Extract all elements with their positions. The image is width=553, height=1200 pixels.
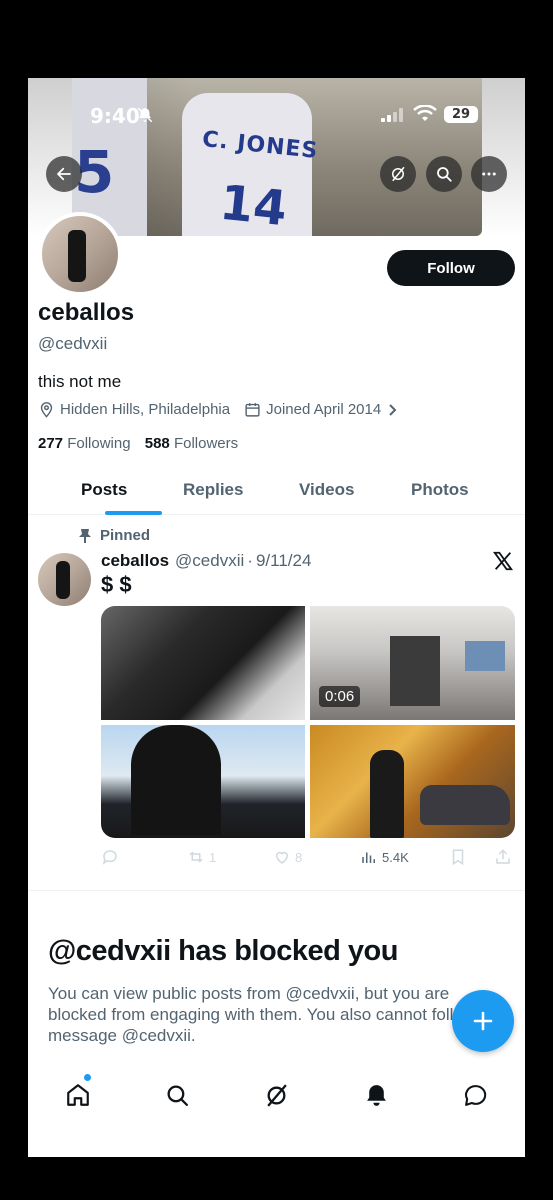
profile-screen: 5 C. JONES 14 9:40 29 Follow ceballos @c…	[28, 78, 525, 1157]
media-image-3[interactable]	[101, 725, 305, 838]
post-author-handle[interactable]: @cedvxii	[175, 551, 244, 571]
silhouette	[131, 725, 221, 835]
profile-name: ceballos	[38, 299, 135, 326]
post-actions: 1 8 5.4K	[101, 848, 515, 868]
reply-icon	[102, 850, 117, 865]
section-divider	[28, 890, 525, 891]
search-icon	[437, 167, 452, 182]
chat-bubble-icon	[464, 1084, 486, 1106]
search-button[interactable]	[426, 156, 462, 192]
media-image-4[interactable]	[310, 725, 515, 838]
battery-indicator: 29	[444, 106, 478, 123]
pinned-label: Pinned	[100, 527, 151, 544]
plus-icon	[473, 1011, 493, 1031]
status-time: 9:40	[90, 104, 140, 128]
grok-icon	[266, 1083, 287, 1107]
post-author-name[interactable]: ceballos	[101, 551, 169, 571]
follow-counts: 277 Following 588 Followers	[38, 435, 238, 452]
share-button[interactable]	[494, 848, 512, 866]
nav-search[interactable]	[162, 1080, 192, 1110]
person-figure	[370, 750, 404, 838]
heart-icon	[275, 851, 289, 864]
profile-meta: Hidden Hills, Philadelphia Joined April …	[38, 401, 399, 418]
gym-window	[465, 641, 505, 671]
nav-messages[interactable]	[460, 1080, 490, 1110]
tab-replies[interactable]: Replies	[183, 480, 243, 500]
gym-machine	[390, 636, 440, 706]
post-media-grid: 0:06	[101, 606, 515, 838]
blocked-body: You can view public posts from @cedvxii,…	[48, 984, 495, 1045]
car-shape	[420, 785, 510, 825]
reply-button[interactable]	[101, 848, 123, 866]
media-image-1[interactable]	[101, 606, 305, 720]
post-date[interactable]: 9/11/24	[256, 551, 311, 571]
views-button[interactable]: 5.4K	[360, 848, 409, 866]
nav-notifications[interactable]	[361, 1080, 391, 1110]
profile-handle: @cedvxii	[38, 334, 108, 353]
repost-count: 1	[209, 849, 217, 865]
bookmark-button[interactable]	[449, 848, 467, 866]
profile-location: Hidden Hills, Philadelphia	[60, 401, 231, 418]
grok-icon	[392, 166, 405, 182]
like-count: 8	[295, 849, 303, 865]
like-button[interactable]: 8	[273, 848, 302, 866]
following-label: Following	[67, 435, 131, 452]
back-button[interactable]	[46, 156, 82, 192]
tab-photos[interactable]: Photos	[411, 480, 469, 500]
profile-bio: this not me	[38, 372, 122, 391]
nav-grok[interactable]	[261, 1080, 291, 1110]
signal-icon	[381, 108, 403, 122]
blocked-title: @cedvxii has blocked you	[48, 935, 398, 967]
follow-button[interactable]: Follow	[387, 250, 515, 286]
wifi-icon	[413, 105, 437, 121]
followers-count: 588	[144, 435, 170, 452]
pinned-indicator: Pinned	[78, 527, 150, 544]
bookmark-icon	[452, 849, 464, 866]
x-logo-icon	[492, 551, 514, 571]
bottom-nav	[28, 1064, 525, 1124]
search-icon	[167, 1085, 188, 1106]
followers-link[interactable]: 588 Followers	[145, 435, 238, 452]
profile-tabs: Posts Replies Videos Photos	[28, 470, 525, 515]
followers-label: Followers	[173, 435, 239, 452]
view-count: 5.4K	[382, 849, 409, 865]
following-link[interactable]: 277 Following	[38, 435, 131, 452]
tab-posts[interactable]: Posts	[81, 480, 127, 500]
post-header: ceballos @cedvxii · 9/11/24	[101, 551, 311, 571]
tab-videos[interactable]: Videos	[299, 480, 354, 500]
following-count: 277	[38, 435, 64, 452]
repost-button[interactable]: 1	[187, 848, 216, 866]
avatar-figure-small	[56, 561, 70, 599]
more-icon	[482, 172, 496, 176]
repost-icon	[189, 851, 203, 863]
pin-icon	[79, 528, 91, 543]
location-pin-icon	[40, 402, 53, 418]
arrow-left-icon	[57, 167, 71, 181]
more-button[interactable]	[471, 156, 507, 192]
compose-button[interactable]	[452, 990, 514, 1052]
chevron-right-icon[interactable]	[387, 403, 399, 417]
banner-jersey-number: 14	[217, 174, 290, 236]
nav-home[interactable]	[63, 1080, 93, 1110]
share-icon	[496, 849, 510, 864]
status-bar: 9:40 29	[28, 78, 525, 148]
calendar-icon	[245, 403, 260, 417]
post-text: $ $	[101, 572, 132, 597]
post-separator: ·	[247, 551, 253, 570]
grok-button[interactable]	[380, 156, 416, 192]
post-author-avatar[interactable]	[38, 553, 91, 606]
bell-slash-icon	[137, 107, 153, 123]
home-icon	[67, 1084, 89, 1106]
profile-joined[interactable]: Joined April 2014	[266, 401, 381, 418]
avatar-figure	[68, 230, 86, 282]
profile-avatar[interactable]	[38, 212, 122, 296]
views-chart-icon	[362, 852, 375, 863]
active-tab-indicator	[105, 511, 162, 515]
home-notification-dot	[84, 1074, 91, 1081]
video-duration-badge: 0:06	[319, 686, 361, 707]
bell-icon	[366, 1084, 386, 1106]
